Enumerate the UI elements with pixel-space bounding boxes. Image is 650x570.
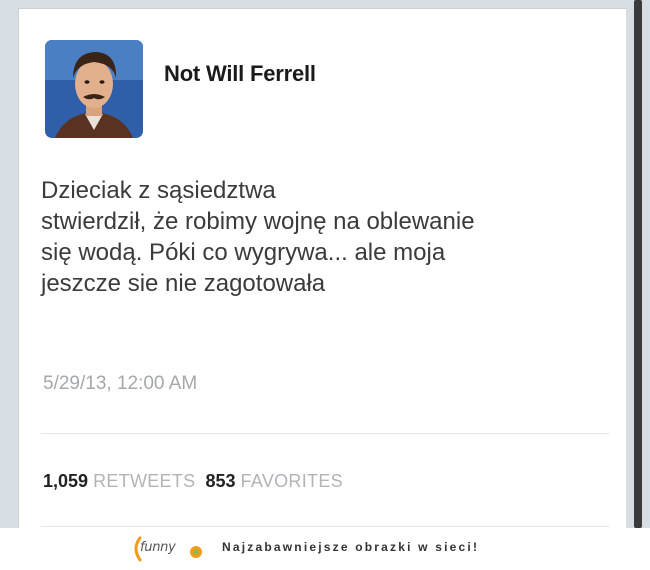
tweet-timestamp[interactable]: 5/29/13, 12:00 AM bbox=[43, 373, 197, 395]
tweet-text-line: jeszcze sie nie zagotowała bbox=[41, 270, 326, 297]
logo-text: funny bbox=[140, 540, 176, 555]
tweet-text-line: Dzieciak z sąsiedztwa bbox=[41, 177, 276, 204]
tweet-text: Dzieciak z sąsiedztwa stwierdził, że rob… bbox=[41, 175, 601, 299]
tweet-card: Not Will Ferrell Dzieciak z sąsiedztwa s… bbox=[18, 8, 626, 528]
tweet-stats: 1,059 RETWEETS 853 FAVORITES bbox=[43, 471, 343, 492]
footer: funny Najzabawniejsze obrazki w sieci! bbox=[0, 528, 650, 570]
retweets-label[interactable]: RETWEETS bbox=[93, 471, 195, 491]
retweets-count[interactable]: 1,059 bbox=[43, 471, 88, 491]
favorites-label[interactable]: FAVORITES bbox=[241, 471, 343, 491]
avatar[interactable] bbox=[45, 40, 143, 138]
tweet-text-line: stwierdził, że robimy wojnę na oblewanie bbox=[41, 208, 475, 235]
divider bbox=[41, 433, 609, 434]
avatar-photo-icon bbox=[45, 40, 143, 138]
scrollbar[interactable] bbox=[634, 0, 642, 528]
favorites-count[interactable]: 853 bbox=[205, 471, 235, 491]
user-name[interactable]: Not Will Ferrell bbox=[164, 61, 316, 87]
tweet-text-line: się wodą. Póki co wygrywa... ale moja bbox=[41, 239, 446, 266]
funny-logo-icon[interactable]: funny bbox=[130, 534, 204, 564]
divider bbox=[41, 526, 609, 527]
footer-tagline: Najzabawniejsze obrazki w sieci! bbox=[222, 540, 480, 554]
